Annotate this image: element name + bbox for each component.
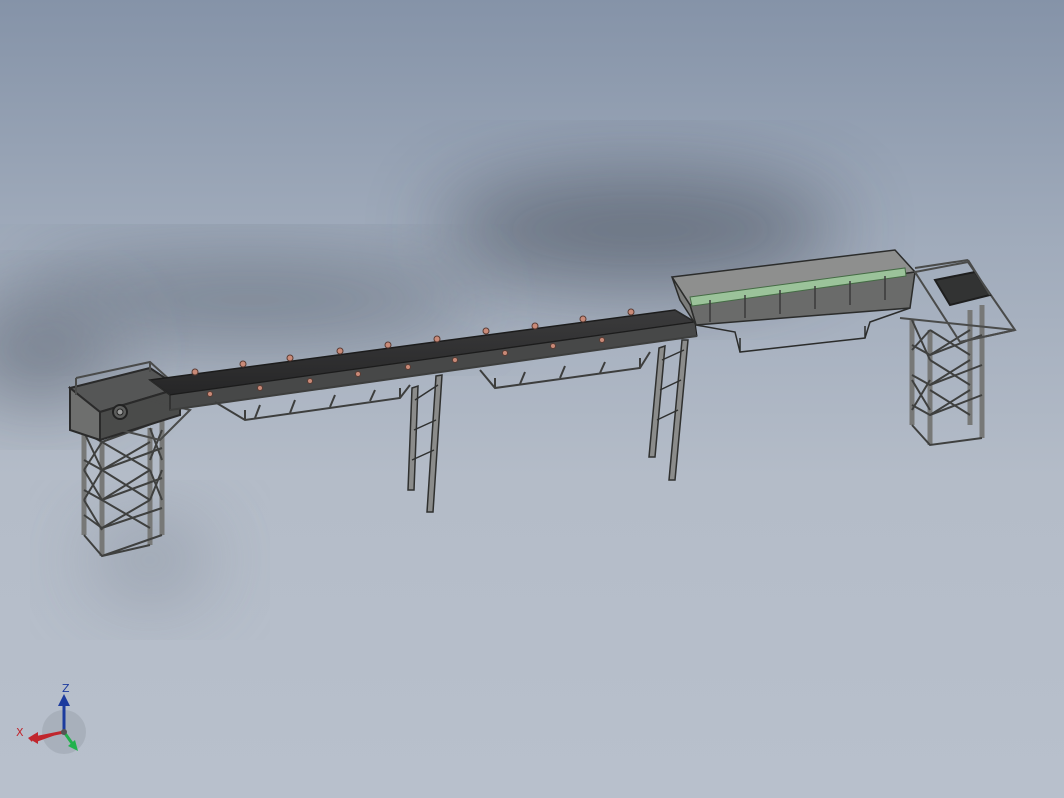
right-tower xyxy=(899,259,1017,447)
triad-origin xyxy=(61,729,67,735)
coordinate-triad: X Z xyxy=(16,680,86,760)
mid-support-2 xyxy=(648,339,689,481)
model-viewport[interactable]: X Z xyxy=(0,0,1064,798)
x-axis-label: X xyxy=(16,726,24,739)
conveyor-model[interactable] xyxy=(0,0,1064,798)
mid-support-1 xyxy=(407,374,443,513)
z-axis-head xyxy=(58,694,70,706)
x-axis-head xyxy=(28,732,38,744)
z-axis-label: Z xyxy=(62,682,70,695)
